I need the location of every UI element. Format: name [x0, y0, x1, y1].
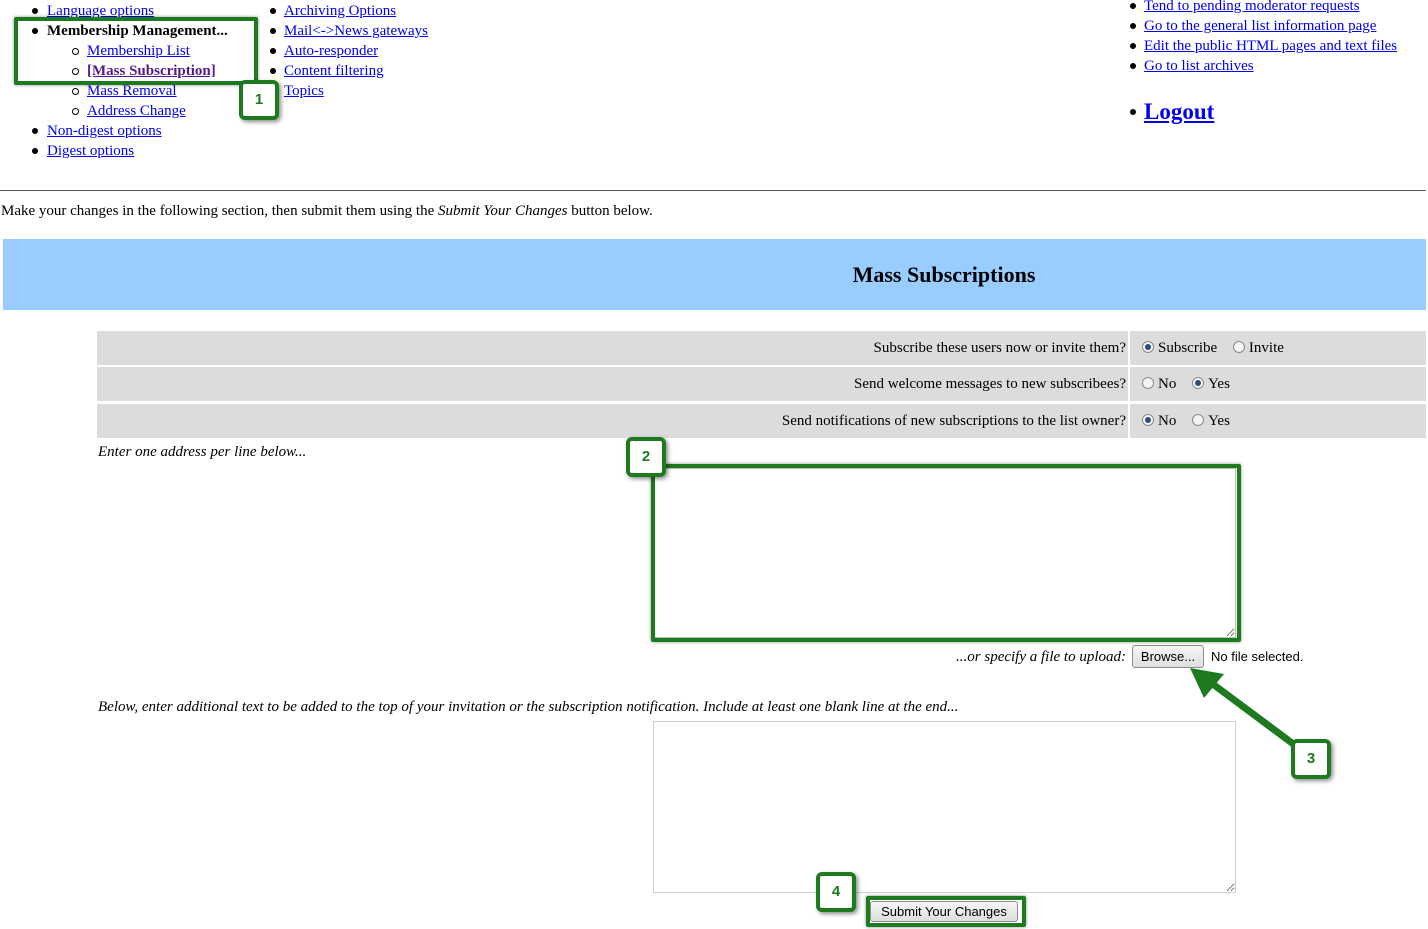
bullet-icon — [32, 148, 38, 154]
bullet-icon — [1130, 3, 1136, 9]
nav-link-archiving-options[interactable]: Archiving Options — [284, 3, 396, 19]
instructions-text-before: Make your changes in the following secti… — [1, 203, 439, 219]
addresses-label: Enter one address per line below... — [98, 444, 307, 460]
section-title: Mass Subscriptions — [852, 262, 1036, 287]
radio-welcome-no-label: No — [1158, 376, 1177, 392]
nav-column-3: Tend to pending moderator requests Go to… — [1130, 0, 1426, 76]
radio-selected-icon — [1192, 377, 1205, 389]
instructions: Make your changes in the following secti… — [1, 201, 653, 221]
radio-selected-icon — [1142, 341, 1154, 353]
radio-selected-icon — [1142, 414, 1154, 426]
annotation-badge-3: 3 — [1291, 739, 1331, 779]
annotation-badge-4: 4 — [816, 872, 856, 912]
logout-item: Logout — [1130, 97, 1214, 127]
bullet-icon — [270, 8, 276, 14]
radio-notify-no[interactable]: No — [1142, 413, 1176, 429]
nav-link-topics[interactable]: Topics — [284, 83, 324, 99]
nav-link-address-change[interactable]: Address Change — [87, 103, 186, 119]
bullet-icon — [32, 128, 38, 134]
bullet-icon — [1130, 23, 1136, 29]
radio-welcome-yes-label: Yes — [1208, 376, 1230, 392]
circle-bullet-icon — [72, 88, 79, 95]
nav-link-content-filtering[interactable]: Content filtering — [284, 63, 384, 79]
annotation-badge-1: 1 — [239, 80, 279, 120]
subscribe-or-invite-label: Subscribe these users now or invite them… — [97, 331, 1128, 365]
welcome-message-control: No Yes — [1130, 367, 1426, 401]
logout-link[interactable]: Logout — [1144, 99, 1214, 124]
radio-unselected-icon — [1142, 377, 1154, 389]
radio-unselected-icon — [1192, 414, 1205, 426]
radio-notify-yes-label: Yes — [1208, 413, 1230, 429]
nav-link-pending-requests[interactable]: Tend to pending moderator requests — [1144, 0, 1360, 14]
instructions-text-after: button below. — [567, 203, 653, 219]
radio-notify-no-label: No — [1158, 413, 1177, 429]
annotation-highlight-1 — [14, 17, 258, 85]
circle-bullet-icon — [72, 108, 79, 115]
bullet-icon — [270, 28, 276, 34]
bullet-icon — [1130, 63, 1136, 69]
subscribe-or-invite-control: Subscribe Invite — [1130, 331, 1426, 365]
annotation-highlight-2 — [651, 464, 1241, 642]
bullet-icon — [270, 68, 276, 74]
welcome-message-label: Send welcome messages to new subscribees… — [97, 367, 1128, 401]
invite-text-textarea[interactable] — [653, 721, 1236, 893]
nav-link-mass-removal[interactable]: Mass Removal — [87, 83, 177, 99]
radio-notify-yes[interactable]: Yes — [1192, 413, 1230, 429]
divider — [0, 190, 1426, 191]
invite-text-label: Below, enter additional text to be added… — [98, 699, 959, 715]
upload-label: ...or specify a file to upload: — [956, 649, 1126, 665]
radio-welcome-yes[interactable]: Yes — [1192, 376, 1230, 392]
annotation-badge-2: 2 — [626, 437, 666, 477]
nav-link-auto-responder[interactable]: Auto-responder — [284, 43, 378, 59]
nav-link-general-info[interactable]: Go to the general list information page — [1144, 18, 1376, 34]
nav-link-digest-options[interactable]: Digest options — [47, 143, 134, 159]
nav-column-2: Archiving Options Mail<->News gateways A… — [270, 1, 520, 101]
radio-invite[interactable]: Invite — [1232, 340, 1284, 356]
bullet-icon — [270, 48, 276, 54]
radio-subscribe-label: Subscribe — [1158, 340, 1218, 356]
bullet-icon — [1130, 43, 1136, 49]
nav-link-edit-html[interactable]: Edit the public HTML pages and text file… — [1144, 38, 1397, 54]
radio-invite-label: Invite — [1248, 340, 1284, 356]
bullet-icon — [1130, 109, 1136, 115]
bullet-icon — [32, 8, 38, 14]
radio-subscribe[interactable]: Subscribe — [1142, 340, 1217, 356]
nav-link-archives[interactable]: Go to list archives — [1144, 58, 1254, 74]
radio-unselected-icon — [1232, 341, 1245, 353]
radio-welcome-no[interactable]: No — [1142, 376, 1176, 392]
instructions-emphasis: Submit Your Changes — [438, 203, 568, 219]
annotation-highlight-4 — [866, 896, 1026, 927]
notify-owner-control: No Yes — [1130, 404, 1426, 438]
nav-link-non-digest-options[interactable]: Non-digest options — [47, 123, 162, 139]
notify-owner-label: Send notifications of new subscriptions … — [97, 404, 1128, 438]
nav-link-mail-news-gateways[interactable]: Mail<->News gateways — [284, 23, 428, 39]
